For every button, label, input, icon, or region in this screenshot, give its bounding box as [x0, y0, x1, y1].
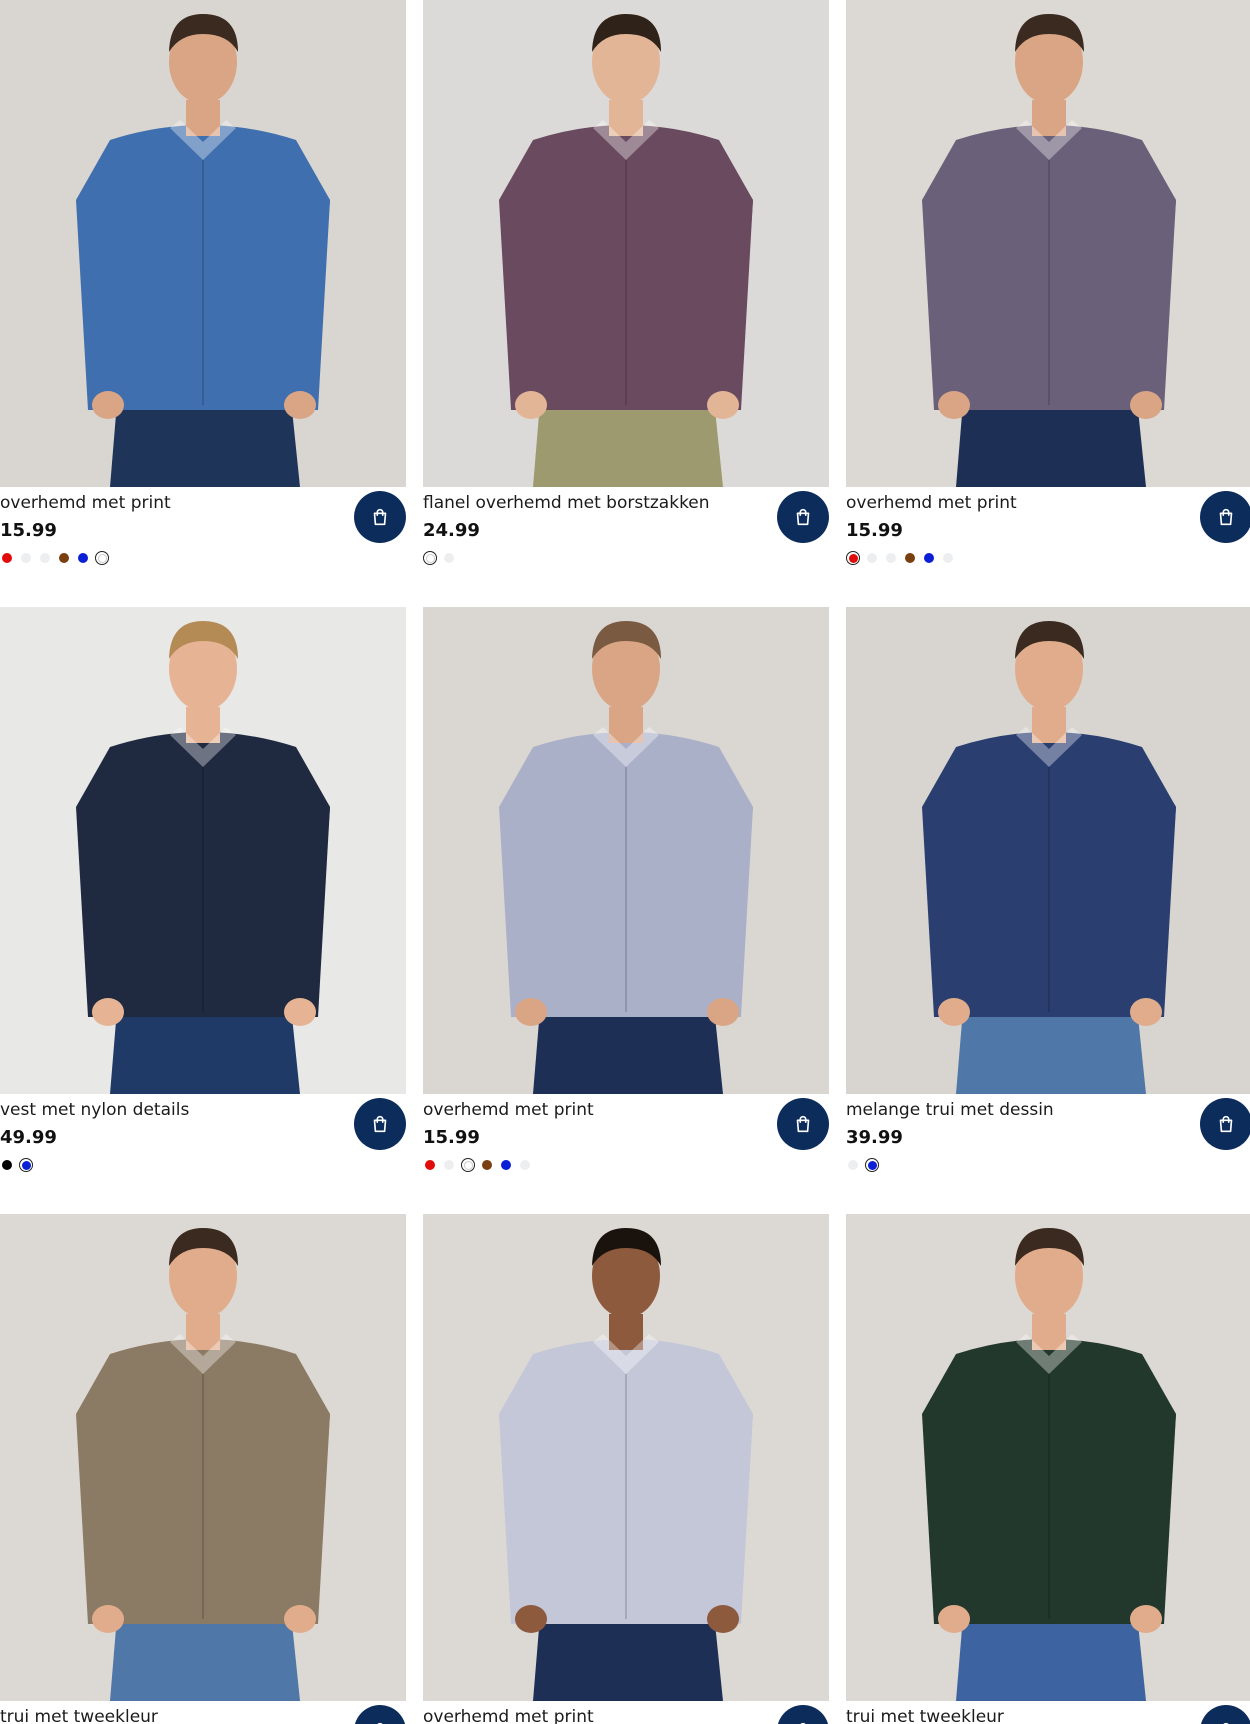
color-swatch[interactable]	[442, 1158, 456, 1172]
color-swatch[interactable]	[57, 551, 71, 565]
product-photo-svg	[423, 1214, 829, 1701]
product-image[interactable]	[423, 0, 829, 487]
product-image[interactable]	[0, 607, 406, 1094]
add-to-cart-button[interactable]	[1200, 491, 1250, 543]
product-photo-svg	[423, 607, 829, 1094]
product-title[interactable]: melange trui met dessin	[846, 1100, 1054, 1120]
product-image[interactable]	[0, 1214, 406, 1701]
product-price: 24.99	[423, 520, 480, 541]
add-to-cart-button[interactable]	[1200, 1705, 1250, 1724]
product-photo-svg	[0, 607, 406, 1094]
product-grid: overhemd met print 15.99 flanel overhemd m…	[0, 0, 1250, 1724]
color-swatch[interactable]	[846, 1158, 860, 1172]
color-swatch[interactable]	[0, 551, 14, 565]
add-to-cart-button[interactable]	[777, 1705, 829, 1724]
shopping-bag-icon	[792, 1113, 814, 1135]
color-swatch[interactable]	[518, 1158, 532, 1172]
product-photo-svg	[846, 1214, 1250, 1701]
add-to-cart-button[interactable]	[354, 1098, 406, 1150]
product-card[interactable]: overhemd met print 15.99	[0, 0, 406, 590]
product-image[interactable]	[846, 607, 1250, 1094]
product-title[interactable]: flanel overhemd met borstzakken	[423, 493, 710, 513]
shopping-bag-icon	[1215, 1720, 1237, 1724]
product-photo-svg	[0, 0, 406, 487]
product-card[interactable]: overhemd met print	[423, 1214, 829, 1724]
product-price: 15.99	[0, 520, 57, 541]
shopping-bag-icon	[1215, 1113, 1237, 1135]
color-swatch[interactable]	[865, 1158, 879, 1172]
add-to-cart-button[interactable]	[777, 1098, 829, 1150]
product-photo-svg	[846, 607, 1250, 1094]
color-swatch[interactable]	[846, 551, 860, 565]
shopping-bag-icon	[1215, 506, 1237, 528]
color-swatch[interactable]	[95, 551, 109, 565]
product-card[interactable]: trui met tweekleur	[846, 1214, 1250, 1724]
color-swatch[interactable]	[423, 551, 437, 565]
product-card[interactable]: trui met tweekleur	[0, 1214, 406, 1724]
color-swatches	[423, 1158, 532, 1172]
add-to-cart-button[interactable]	[354, 491, 406, 543]
product-title[interactable]: overhemd met print	[846, 493, 1017, 513]
product-image[interactable]	[846, 0, 1250, 487]
shopping-bag-icon	[792, 1720, 814, 1724]
product-card[interactable]: overhemd met print 15.99	[846, 0, 1250, 590]
product-title[interactable]: trui met tweekleur	[846, 1707, 1004, 1724]
product-image[interactable]	[423, 607, 829, 1094]
product-card[interactable]: vest met nylon details 49.99	[0, 607, 406, 1197]
color-swatch[interactable]	[423, 1158, 437, 1172]
color-swatches	[846, 1158, 879, 1172]
color-swatch[interactable]	[442, 551, 456, 565]
shopping-bag-icon	[369, 1720, 391, 1724]
product-photo-svg	[423, 0, 829, 487]
color-swatch[interactable]	[941, 551, 955, 565]
product-card[interactable]: overhemd met print 15.99	[423, 607, 829, 1197]
add-to-cart-button[interactable]	[354, 1705, 406, 1724]
color-swatch[interactable]	[884, 551, 898, 565]
color-swatch[interactable]	[0, 1158, 14, 1172]
color-swatches	[0, 1158, 33, 1172]
shopping-bag-icon	[369, 506, 391, 528]
shopping-bag-icon	[369, 1113, 391, 1135]
color-swatch[interactable]	[19, 1158, 33, 1172]
product-photo-svg	[846, 0, 1250, 487]
product-card[interactable]: melange trui met dessin 39.99	[846, 607, 1250, 1197]
color-swatch[interactable]	[461, 1158, 475, 1172]
color-swatches	[423, 551, 456, 565]
color-swatch[interactable]	[76, 551, 90, 565]
color-swatch[interactable]	[480, 1158, 494, 1172]
product-image[interactable]	[423, 1214, 829, 1701]
color-swatches	[0, 551, 109, 565]
color-swatch[interactable]	[903, 551, 917, 565]
color-swatch[interactable]	[38, 551, 52, 565]
product-title[interactable]: trui met tweekleur	[0, 1707, 158, 1724]
product-title[interactable]: overhemd met print	[423, 1707, 594, 1724]
product-title[interactable]: overhemd met print	[423, 1100, 594, 1120]
product-title[interactable]: overhemd met print	[0, 493, 171, 513]
product-price: 15.99	[423, 1127, 480, 1148]
color-swatches	[846, 551, 955, 565]
color-swatch[interactable]	[19, 551, 33, 565]
product-price: 39.99	[846, 1127, 903, 1148]
color-swatch[interactable]	[922, 551, 936, 565]
product-title[interactable]: vest met nylon details	[0, 1100, 189, 1120]
color-swatch[interactable]	[865, 551, 879, 565]
product-card[interactable]: flanel overhemd met borstzakken 24.99	[423, 0, 829, 590]
shopping-bag-icon	[792, 506, 814, 528]
color-swatch[interactable]	[499, 1158, 513, 1172]
product-photo-svg	[0, 1214, 406, 1701]
product-image[interactable]	[0, 0, 406, 487]
product-image[interactable]	[846, 1214, 1250, 1701]
product-price: 15.99	[846, 520, 903, 541]
add-to-cart-button[interactable]	[1200, 1098, 1250, 1150]
add-to-cart-button[interactable]	[777, 491, 829, 543]
product-price: 49.99	[0, 1127, 57, 1148]
